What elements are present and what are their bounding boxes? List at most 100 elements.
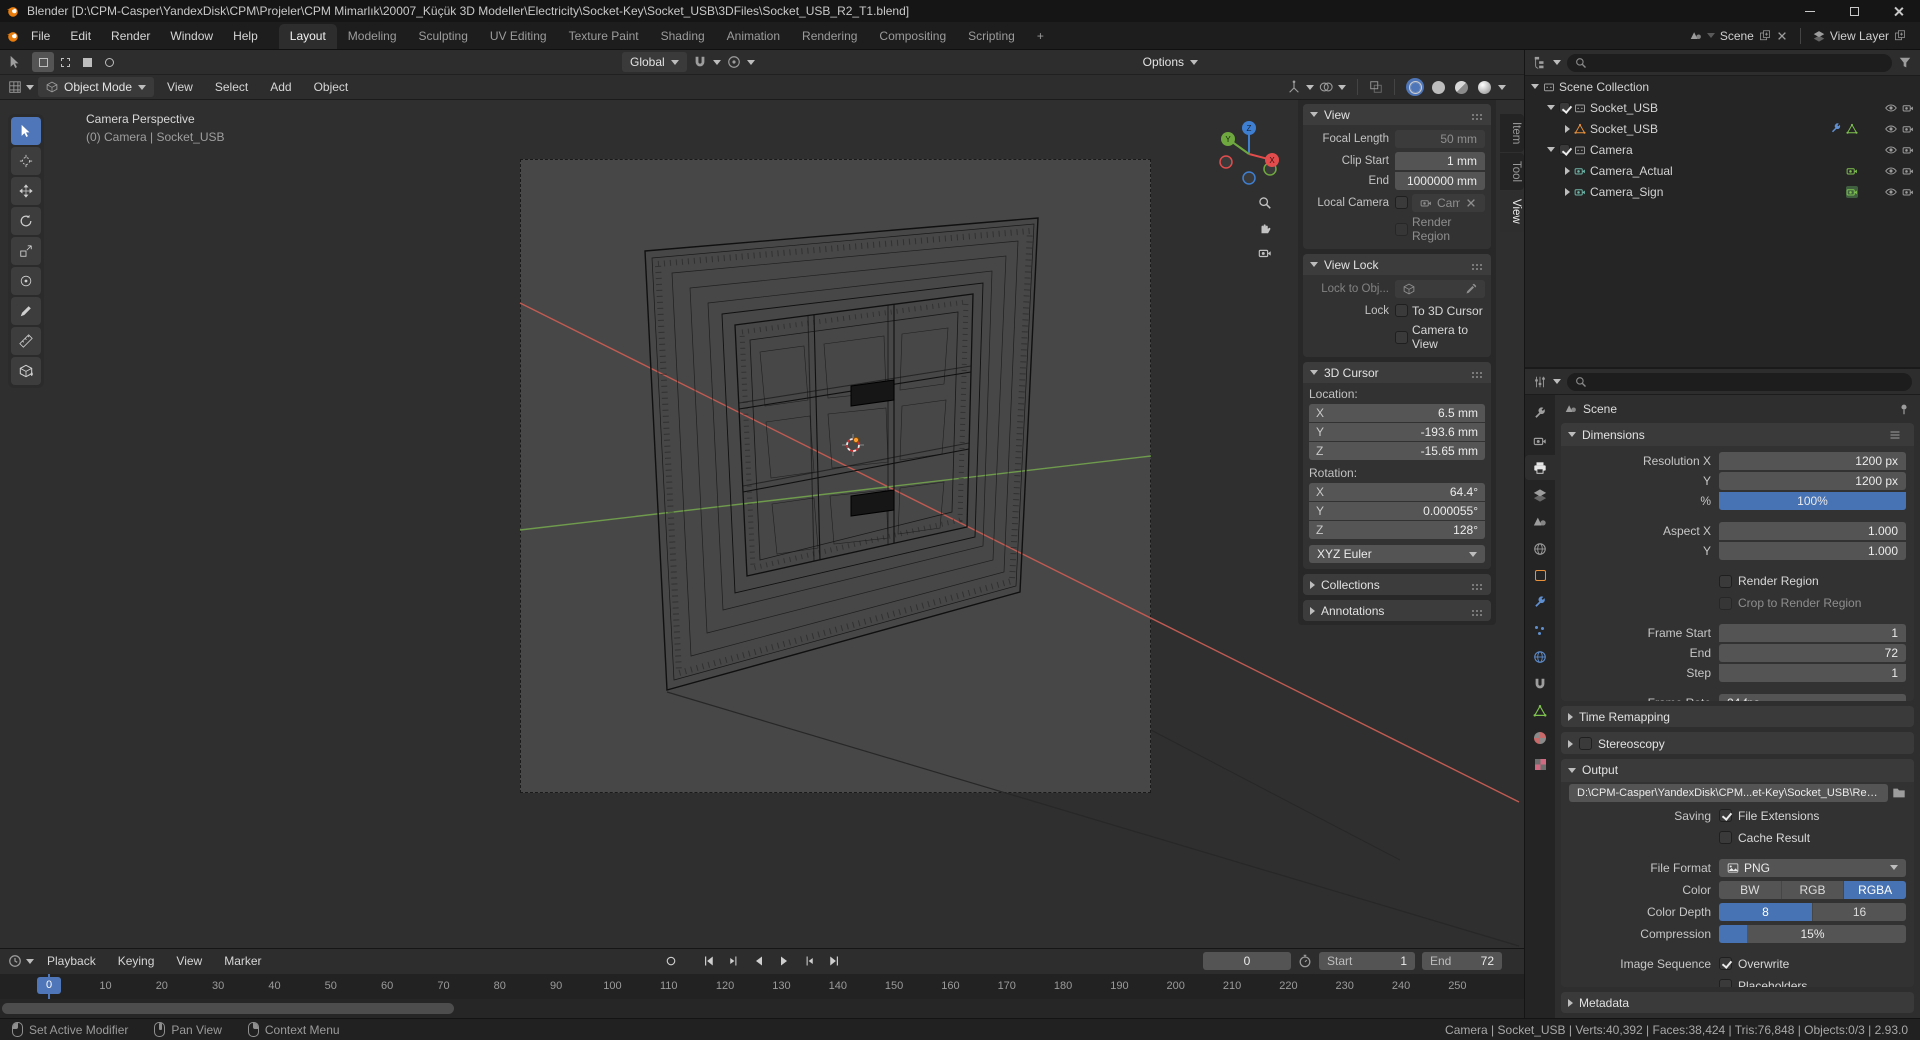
menu-file[interactable]: File <box>22 25 59 47</box>
proportional-edit-icon[interactable] <box>727 55 741 69</box>
annotate-tool[interactable] <box>11 297 41 325</box>
use-preview-range-icon[interactable] <box>1298 954 1312 968</box>
presets-menu-icon[interactable] <box>1889 429 1901 441</box>
mode-dropdown[interactable]: Object Mode <box>38 77 155 97</box>
select-mode-subtract-button[interactable] <box>76 52 98 72</box>
properties-search-input[interactable] <box>1567 372 1912 391</box>
shading-solid-button[interactable] <box>1429 78 1447 96</box>
properties-editor-caret[interactable] <box>1553 379 1561 384</box>
snap-magnet-icon[interactable] <box>693 55 707 69</box>
tab-item[interactable]: Item <box>1500 114 1524 153</box>
add-cube-tool[interactable] <box>11 357 41 385</box>
depth-16-button[interactable]: 16 <box>1813 902 1906 921</box>
view-lock-header[interactable]: View Lock <box>1303 254 1491 275</box>
options-dropdown[interactable]: Options <box>1135 52 1206 72</box>
resolution-pct-slider[interactable]: 100% <box>1719 492 1906 510</box>
timeline-editor-caret[interactable] <box>26 958 34 964</box>
minimize-button[interactable] <box>1788 0 1832 22</box>
auto-keying-button[interactable] <box>660 951 682 971</box>
timeline-scroll-thumb[interactable] <box>2 1003 454 1015</box>
tab-particles[interactable] <box>1525 617 1555 642</box>
tab-physics[interactable] <box>1525 644 1555 669</box>
camera-to-view-checkbox[interactable] <box>1395 330 1408 344</box>
focal-length-field[interactable]: 50 mm <box>1395 129 1485 148</box>
editor-type-caret[interactable] <box>26 84 34 90</box>
cursor-section-header[interactable]: 3D Cursor <box>1303 362 1491 383</box>
disable-render-icon[interactable] <box>1902 165 1914 177</box>
overlays-caret[interactable] <box>1338 84 1346 90</box>
tab-tool[interactable] <box>1525 401 1555 426</box>
blender-menu-logo[interactable] <box>6 29 20 43</box>
color-bw-button[interactable]: BW <box>1719 880 1782 899</box>
lock-to-object-field[interactable] <box>1395 279 1485 298</box>
tab-world[interactable] <box>1525 536 1555 561</box>
workspace-tab-compositing[interactable]: Compositing <box>868 24 957 49</box>
resolution-x-field[interactable]: 1200 px <box>1719 452 1906 470</box>
view-section-header[interactable]: View <box>1303 104 1491 125</box>
tab-view-layer[interactable] <box>1525 482 1555 507</box>
transform-tool[interactable] <box>11 267 41 295</box>
workspace-tab-layout[interactable]: Layout <box>278 24 337 49</box>
stereoscopy-checkbox[interactable] <box>1579 737 1592 751</box>
disable-render-icon[interactable] <box>1902 102 1914 114</box>
prev-keyframe-button[interactable] <box>723 951 745 971</box>
playhead[interactable]: 0 <box>37 976 61 994</box>
output-header[interactable]: Output <box>1561 758 1914 782</box>
local-camera-checkbox[interactable] <box>1395 196 1408 209</box>
render-region-checkbox[interactable] <box>1719 574 1732 588</box>
placeholders-checkbox[interactable] <box>1719 979 1732 987</box>
resolution-y-field[interactable]: 1200 px <box>1719 472 1906 490</box>
xray-toggle-icon[interactable] <box>1369 80 1383 94</box>
jump-to-end-button[interactable] <box>823 951 845 971</box>
frame-step-field[interactable]: 1 <box>1719 664 1906 682</box>
hide-eye-icon[interactable] <box>1885 102 1897 114</box>
hide-eye-icon[interactable] <box>1885 165 1897 177</box>
workspace-tab-sculpting[interactable]: Sculpting <box>408 24 479 49</box>
new-scene-icon[interactable] <box>1759 29 1771 42</box>
aspect-y-field[interactable]: 1.000 <box>1719 542 1906 560</box>
tab-object-data[interactable] <box>1525 698 1555 723</box>
mesh-data-icon[interactable] <box>1846 123 1858 135</box>
scene-selector[interactable]: Scene <box>1690 29 1788 43</box>
menu-window[interactable]: Window <box>161 25 222 47</box>
viewport-menu-view[interactable]: View <box>158 76 202 98</box>
workspace-tab-shading[interactable]: Shading <box>650 24 716 49</box>
stereoscopy-header[interactable]: Stereoscopy <box>1561 732 1914 754</box>
frame-end-field[interactable]: End 72 <box>1422 952 1502 971</box>
outliner-row-socket-usb-collection[interactable]: Socket_USB <box>1525 97 1920 118</box>
properties-editor-icon[interactable] <box>1533 375 1547 389</box>
viewport-menu-add[interactable]: Add <box>261 76 300 98</box>
rotation-order-dropdown[interactable]: XYZ Euler <box>1309 545 1485 563</box>
workspace-tab-scripting[interactable]: Scripting <box>957 24 1026 49</box>
outliner-row-camera-sign[interactable]: Camera_Sign <box>1525 181 1920 202</box>
viewport-menu-object[interactable]: Object <box>305 76 358 98</box>
jump-to-start-button[interactable] <box>698 951 720 971</box>
transform-orientation-dropdown[interactable]: Global <box>622 52 687 72</box>
pin-icon[interactable] <box>1898 403 1910 415</box>
show-gizmo-icon[interactable] <box>1287 80 1301 94</box>
hide-eye-icon[interactable] <box>1885 186 1897 198</box>
modifier-icon[interactable] <box>1830 123 1842 135</box>
disable-render-icon[interactable] <box>1902 144 1914 156</box>
cursor-y-field[interactable]: Y -193.6 mm <box>1309 423 1485 441</box>
cursor-tool[interactable] <box>11 147 41 175</box>
tab-material[interactable] <box>1525 725 1555 750</box>
timeline-menu-keying[interactable]: Keying <box>109 950 164 972</box>
shading-material-button[interactable] <box>1452 78 1470 96</box>
outliner-row-camera-actual[interactable]: Camera_Actual <box>1525 160 1920 181</box>
depth-8-button[interactable]: 8 <box>1719 902 1813 921</box>
rotate-tool[interactable] <box>11 207 41 235</box>
camera-data-icon[interactable] <box>1846 165 1858 177</box>
timeline-scrollbar[interactable] <box>0 999 1524 1018</box>
select-mode-set-button[interactable] <box>32 52 54 72</box>
cursor-x-field[interactable]: X 6.5 mm <box>1309 404 1485 422</box>
tab-view[interactable]: View <box>1500 191 1524 233</box>
collections-header[interactable]: Collections <box>1303 574 1491 595</box>
outliner-row-camera-collection[interactable]: Camera <box>1525 139 1920 160</box>
shading-rendered-button[interactable] <box>1475 78 1493 96</box>
frame-end-field[interactable]: 72 <box>1719 644 1906 662</box>
collection-exclude-checkbox[interactable] <box>1559 144 1570 155</box>
aspect-x-field[interactable]: 1.000 <box>1719 522 1906 540</box>
menu-render[interactable]: Render <box>102 25 159 47</box>
outliner-editor-icon[interactable] <box>1533 56 1547 70</box>
